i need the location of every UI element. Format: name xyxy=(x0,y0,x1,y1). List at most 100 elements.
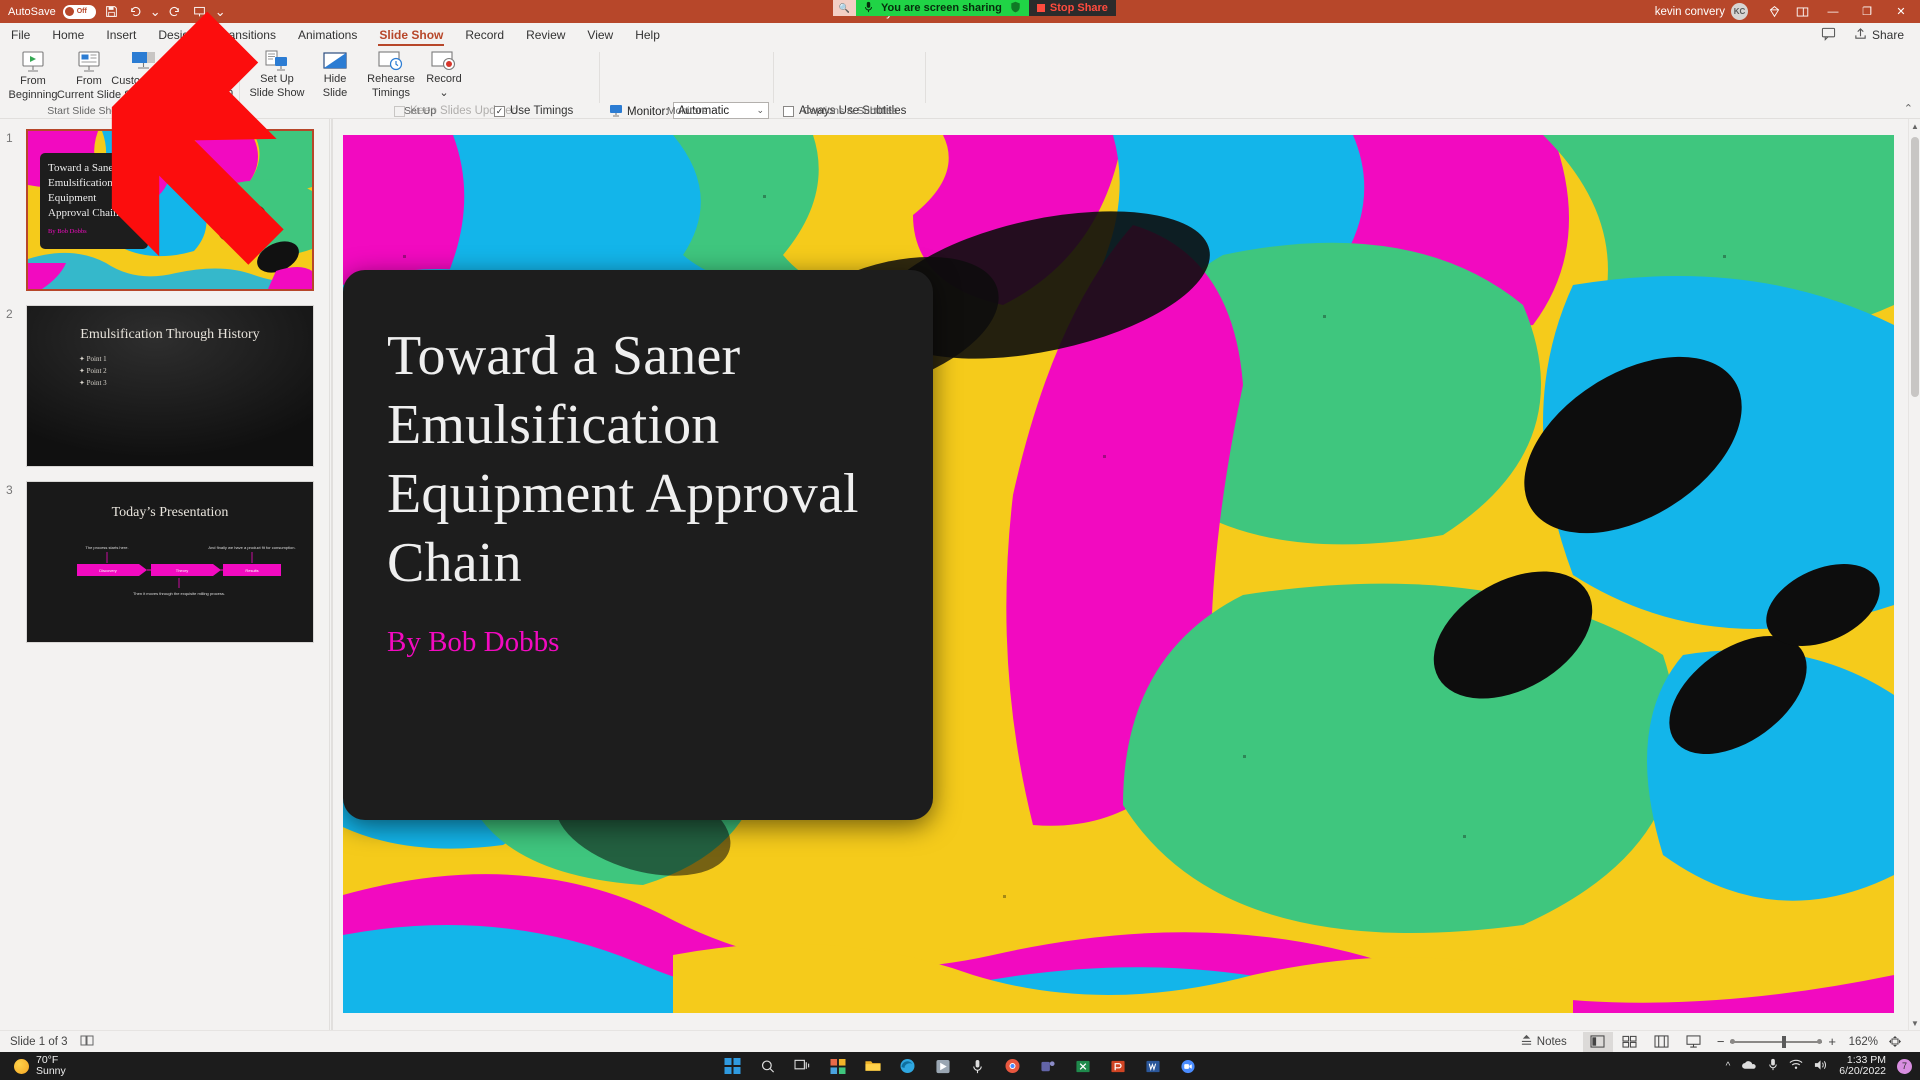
rehearse-with-coach-button[interactable]: Rehearse with Coach xyxy=(175,50,237,108)
close-button[interactable]: ✕ xyxy=(1884,0,1918,23)
rehearse-timings-label-1: Rehearse xyxy=(367,74,415,86)
tab-record[interactable]: Record xyxy=(454,23,515,47)
thumbnail-canvas-1[interactable]: Toward a Saner Emulsification Equipment … xyxy=(26,129,314,291)
vertical-scrollbar[interactable]: ▲ ▼ xyxy=(1908,119,1920,1030)
set-up-slide-show-label-2: Slide Show xyxy=(249,88,304,100)
zoom-track[interactable] xyxy=(1730,1041,1822,1043)
zoom-level[interactable]: 162% xyxy=(1844,1036,1878,1048)
tab-design[interactable]: Design xyxy=(147,23,206,47)
tab-home[interactable]: Home xyxy=(41,23,95,47)
thumbnail-number-2: 2 xyxy=(6,307,13,321)
wifi-icon[interactable] xyxy=(1789,1059,1803,1073)
undo-dropdown-icon[interactable]: ⌄ xyxy=(151,3,160,20)
restore-button[interactable]: ❐ xyxy=(1850,0,1884,23)
thumbnail-slide-1[interactable]: 1 Toward xyxy=(0,129,330,297)
search-icon[interactable] xyxy=(757,1055,779,1077)
microphone-icon[interactable] xyxy=(967,1055,989,1077)
customize-quick-access-icon[interactable]: ⌄ xyxy=(215,3,226,20)
zoom-slider[interactable]: − + xyxy=(1717,1034,1836,1049)
excel-icon[interactable] xyxy=(1072,1055,1094,1077)
set-up-slide-show-button[interactable]: Set Up Slide Show xyxy=(244,50,310,108)
slide-thumbnail-pane[interactable]: 1 Toward xyxy=(0,119,330,1030)
chrome-icon[interactable] xyxy=(1002,1055,1024,1077)
tab-file[interactable]: File xyxy=(0,23,41,47)
user-name: kevin convery xyxy=(1655,6,1725,18)
scroll-up-icon[interactable]: ▲ xyxy=(1909,119,1920,133)
tab-slide-show[interactable]: Slide Show xyxy=(368,23,454,47)
sun-icon xyxy=(14,1059,29,1074)
word-icon[interactable] xyxy=(1142,1055,1164,1077)
show-hidden-icons-button[interactable]: ^ xyxy=(1726,1061,1731,1072)
task-view-icon[interactable] xyxy=(792,1055,814,1077)
thumbnail-slide-2[interactable]: 2 Emulsification Through History ✦ Point… xyxy=(0,305,330,473)
slide-sorter-view-button[interactable] xyxy=(1615,1032,1645,1052)
normal-view-button[interactable] xyxy=(1583,1032,1613,1052)
reading-view-button[interactable] xyxy=(1647,1032,1677,1052)
collapse-ribbon-button[interactable]: ⌃ xyxy=(1904,102,1913,115)
minimize-button[interactable]: — xyxy=(1816,0,1850,23)
widgets-icon[interactable] xyxy=(827,1055,849,1077)
taskbar-clock[interactable]: 1:33 PM 6/20/2022 xyxy=(1839,1055,1886,1078)
autosave-state-label: Off xyxy=(77,8,87,15)
share-button[interactable]: Share xyxy=(1846,25,1912,45)
notification-badge[interactable]: 7 xyxy=(1897,1059,1912,1074)
stop-share-button[interactable]: Stop Share xyxy=(1029,0,1116,16)
tab-help[interactable]: Help xyxy=(624,23,671,47)
diamond-icon[interactable] xyxy=(1760,0,1788,23)
microphone-tray-icon[interactable] xyxy=(1768,1058,1778,1074)
notes-button[interactable]: Notes xyxy=(1520,1034,1567,1049)
pane-divider[interactable] xyxy=(331,119,333,1030)
zoom-in-button[interactable]: + xyxy=(1828,1034,1836,1049)
thumbnail-canvas-3[interactable]: Today’s Presentation Discovery Theory Re… xyxy=(26,481,314,643)
share-search-icon[interactable]: 🔍 xyxy=(833,0,856,16)
accessibility-icon[interactable] xyxy=(80,1034,94,1050)
tab-view[interactable]: View xyxy=(576,23,624,47)
rehearse-timings-button[interactable]: Rehearse Timings xyxy=(360,50,422,108)
weather-widget[interactable]: 70°F Sunny xyxy=(0,1055,66,1077)
comments-icon[interactable] xyxy=(1821,27,1836,44)
thumbnail-2-bullet-2: ✦ Point 2 xyxy=(79,367,107,375)
edge-icon[interactable] xyxy=(897,1055,919,1077)
hide-slide-button[interactable]: Hide Slide xyxy=(310,50,360,108)
avatar[interactable]: KC xyxy=(1731,3,1748,20)
slide-show-view-button[interactable] xyxy=(1679,1032,1709,1052)
teams-icon[interactable] xyxy=(1037,1055,1059,1077)
slide-counter[interactable]: Slide 1 of 3 xyxy=(10,1036,68,1048)
thumbnail-slide-3[interactable]: 3 Today’s Presentation Discovery Theory … xyxy=(0,481,330,649)
save-icon[interactable] xyxy=(103,3,120,20)
scrollbar-thumb[interactable] xyxy=(1911,137,1919,397)
present-icon[interactable] xyxy=(191,3,208,20)
redo-icon[interactable] xyxy=(167,3,184,20)
system-tray: ^ 1:33 PM 6/20/2022 7 xyxy=(1726,1055,1912,1078)
screen-sharing-banner: 🔍 You are screen sharing Stop Share xyxy=(833,0,1116,16)
slide-title[interactable]: Toward a Saner Emulsification Equipment … xyxy=(387,322,889,598)
weather-condition: Sunny xyxy=(36,1066,66,1077)
volume-icon[interactable] xyxy=(1814,1059,1828,1074)
tab-animations[interactable]: Animations xyxy=(287,23,368,47)
captions-subtitles-group-label: Captions & Subtitles xyxy=(774,105,926,117)
file-explorer-icon[interactable] xyxy=(862,1055,884,1077)
from-current-slide-label-1: From xyxy=(76,76,102,88)
rehearse-group-label: Rehearse xyxy=(172,105,240,117)
fit-slide-to-window-button[interactable] xyxy=(1880,1032,1910,1052)
undo-icon[interactable] xyxy=(127,3,144,20)
record-button[interactable]: Record ⌄ xyxy=(418,50,470,108)
zoom-out-button[interactable]: − xyxy=(1717,1034,1725,1049)
tab-transitions[interactable]: Transitions xyxy=(207,23,287,47)
zoom-app-icon[interactable] xyxy=(1177,1055,1199,1077)
powerpoint-icon[interactable] xyxy=(1107,1055,1129,1077)
thumbnail-canvas-2[interactable]: Emulsification Through History ✦ Point 1… xyxy=(26,305,314,467)
ribbon-display-options-icon[interactable] xyxy=(1788,0,1816,23)
slide-title-card[interactable]: Toward a Saner Emulsification Equipment … xyxy=(343,270,933,820)
onedrive-icon[interactable] xyxy=(1741,1059,1757,1073)
start-button[interactable] xyxy=(722,1055,744,1077)
custom-slide-show-button[interactable]: Custom Slide Show ⌄ xyxy=(110,50,178,108)
tab-insert[interactable]: Insert xyxy=(95,23,147,47)
scroll-down-icon[interactable]: ▼ xyxy=(1909,1016,1920,1030)
slide-canvas[interactable]: Toward a Saner Emulsification Equipment … xyxy=(343,135,1894,1013)
autosave-toggle[interactable]: Off xyxy=(63,5,96,19)
slide-author[interactable]: By Bob Dobbs xyxy=(387,626,889,659)
store-icon[interactable] xyxy=(932,1055,954,1077)
tab-review[interactable]: Review xyxy=(515,23,576,47)
zoom-handle[interactable] xyxy=(1782,1036,1786,1048)
